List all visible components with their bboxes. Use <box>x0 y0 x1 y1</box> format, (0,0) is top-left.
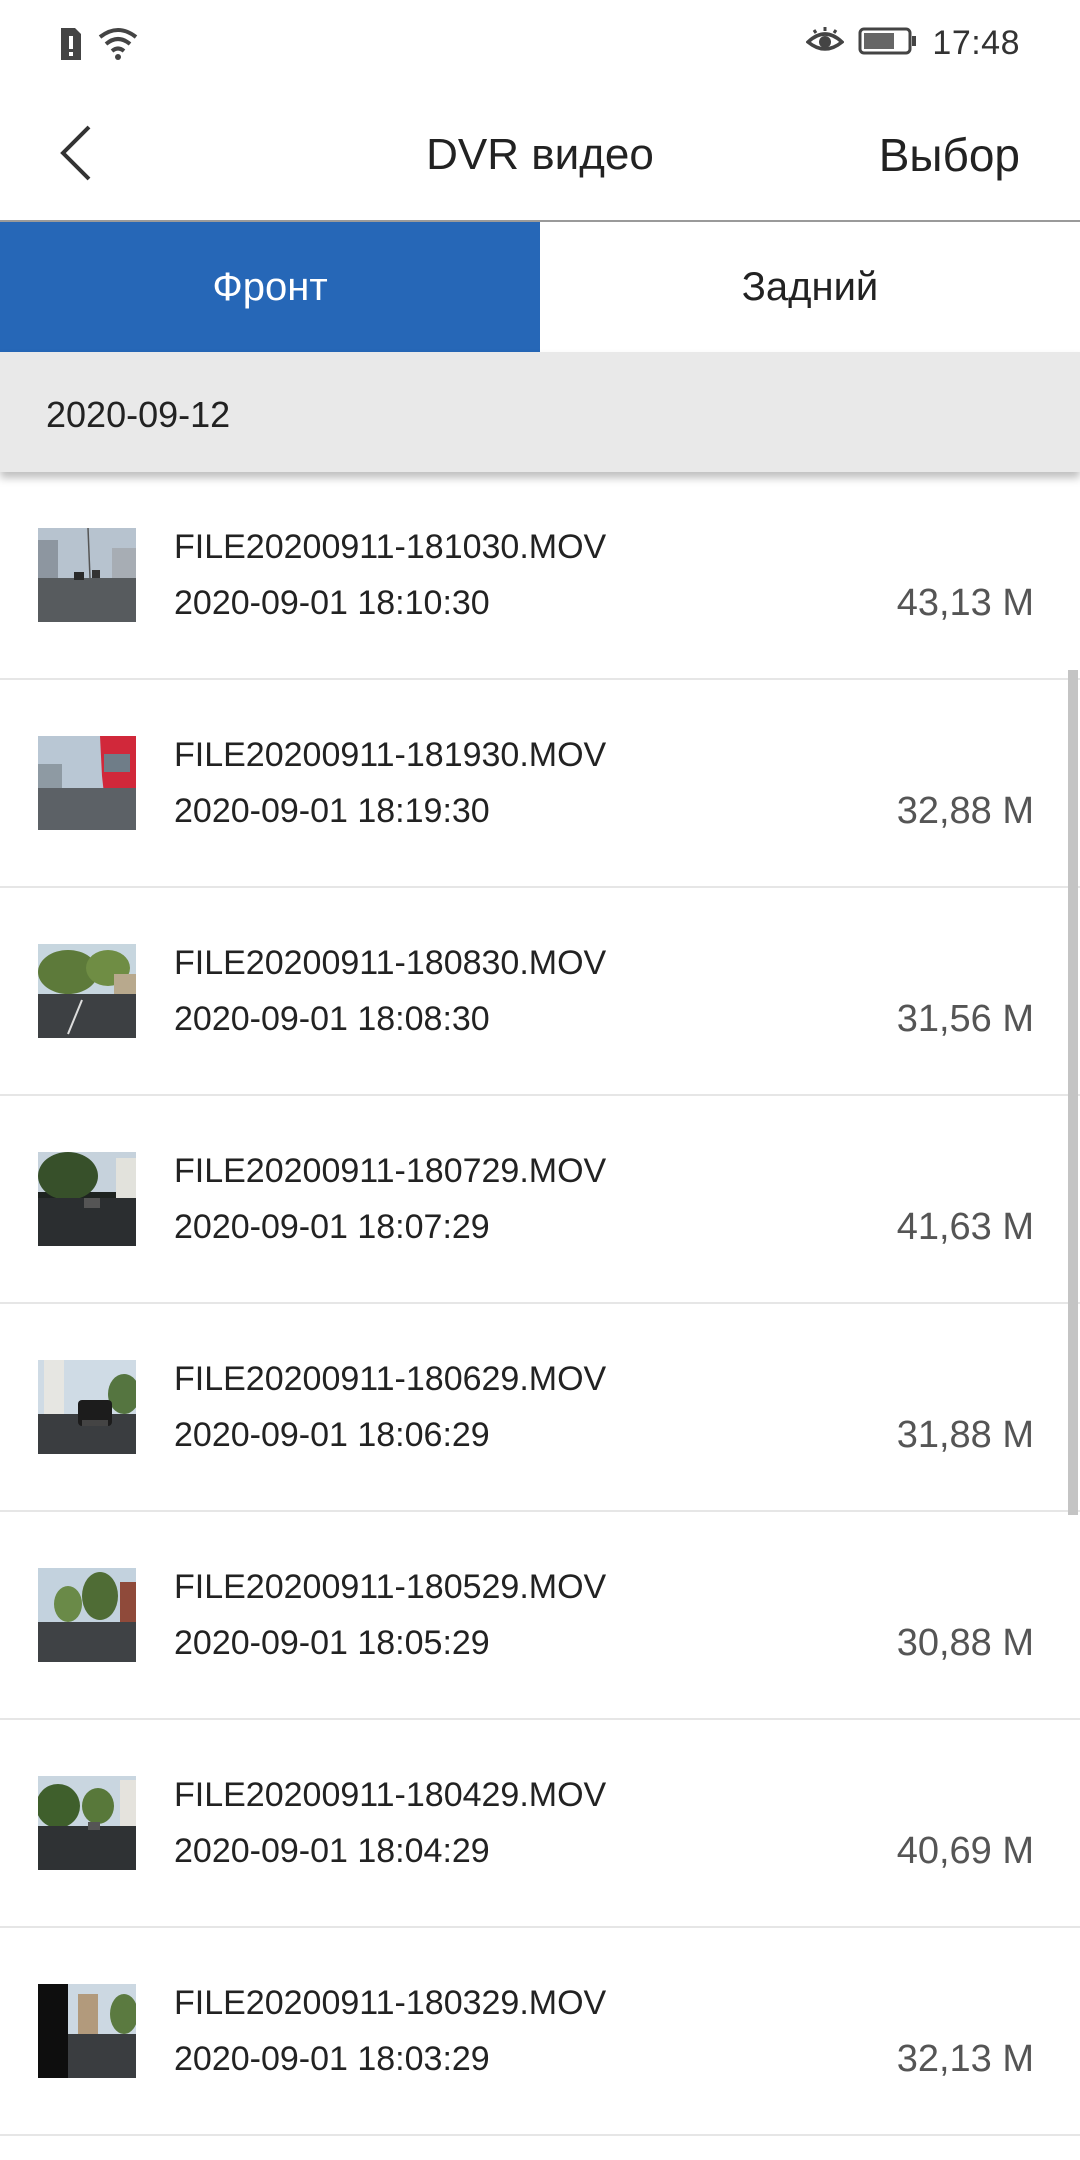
list-item[interactable]: FILE20200911-181930.MOV 2020-09-01 18:19… <box>0 680 1080 888</box>
video-thumbnail <box>38 528 136 622</box>
date-group-header: 2020-09-12 <box>0 352 1080 472</box>
file-size: 31,56 M <box>896 998 1034 1040</box>
file-datetime: 2020-09-01 18:04:29 <box>174 1832 490 1870</box>
group-date: 2020-09-12 <box>46 394 231 435</box>
file-size: 41,63 M <box>896 1206 1034 1248</box>
video-thumbnail <box>38 1984 136 2078</box>
video-thumbnail <box>38 736 136 830</box>
file-name: FILE20200911-181030.MOV <box>174 528 607 566</box>
file-size: 43,13 M <box>896 582 1034 624</box>
file-size: 31,88 M <box>896 1414 1034 1456</box>
list-item[interactable]: FILE20200911-180830.MOV 2020-09-01 18:08… <box>0 888 1080 1096</box>
scrollbar[interactable] <box>1068 670 1078 1515</box>
video-thumbnail <box>38 1360 136 1454</box>
file-name: FILE20200911-180830.MOV <box>174 944 607 982</box>
file-datetime: 2020-09-01 18:06:29 <box>174 1416 490 1454</box>
list-item[interactable]: FILE20200911-180529.MOV 2020-09-01 18:05… <box>0 1512 1080 1720</box>
file-size: 32,13 M <box>896 2038 1034 2080</box>
file-datetime: 2020-09-01 18:10:30 <box>174 584 490 622</box>
status-right-icons: 17:48 <box>805 24 1020 63</box>
list-item[interactable]: FILE20200911-180429.MOV 2020-09-01 18:04… <box>0 1720 1080 1928</box>
app-header: DVR видео Выбор <box>0 92 1080 222</box>
file-size: 32,88 M <box>896 790 1034 832</box>
file-name: FILE20200911-180629.MOV <box>174 1360 607 1398</box>
video-thumbnail <box>38 944 136 1038</box>
file-name: FILE20200911-180329.MOV <box>174 1984 607 2022</box>
camera-tabs: Фронт Задний <box>0 222 1080 352</box>
file-name: FILE20200911-180529.MOV <box>174 1568 607 1606</box>
video-thumbnail <box>38 1776 136 1870</box>
file-size: 30,88 M <box>896 1622 1034 1664</box>
file-name: FILE20200911-181930.MOV <box>174 736 607 774</box>
tab-front[interactable]: Фронт <box>0 222 540 352</box>
list-item[interactable]: FILE20200911-180629.MOV 2020-09-01 18:06… <box>0 1304 1080 1512</box>
status-left-icons <box>58 26 138 67</box>
file-datetime: 2020-09-01 18:07:29 <box>174 1208 490 1246</box>
list-item[interactable]: FILE20200911-180729.MOV 2020-09-01 18:07… <box>0 1096 1080 1304</box>
tab-rear[interactable]: Задний <box>540 222 1080 352</box>
list-item[interactable]: FILE20200911-181030.MOV 2020-09-01 18:10… <box>0 472 1080 680</box>
file-datetime: 2020-09-01 18:05:29 <box>174 1624 490 1662</box>
file-list: FILE20200911-181030.MOV 2020-09-01 18:10… <box>0 472 1080 2160</box>
file-name: FILE20200911-180729.MOV <box>174 1152 607 1190</box>
status-bar: 17:48 <box>0 0 1080 92</box>
select-button[interactable]: Выбор <box>879 128 1020 182</box>
eye-icon <box>805 26 846 61</box>
video-thumbnail <box>38 1568 136 1662</box>
status-time: 17:48 <box>932 24 1020 62</box>
file-datetime: 2020-09-01 18:03:29 <box>174 2040 490 2078</box>
file-size: 40,69 M <box>896 1830 1034 1872</box>
file-name: FILE20200911-180429.MOV <box>174 1776 607 1814</box>
file-datetime: 2020-09-01 18:19:30 <box>174 792 490 830</box>
file-datetime: 2020-09-01 18:08:30 <box>174 1000 490 1038</box>
wifi-icon <box>98 27 138 66</box>
list-item[interactable]: FILE20200911-180329.MOV 2020-09-01 18:03… <box>0 1928 1080 2136</box>
video-thumbnail <box>38 1152 136 1246</box>
sim-alert-icon <box>58 26 84 67</box>
battery-icon <box>858 26 918 61</box>
